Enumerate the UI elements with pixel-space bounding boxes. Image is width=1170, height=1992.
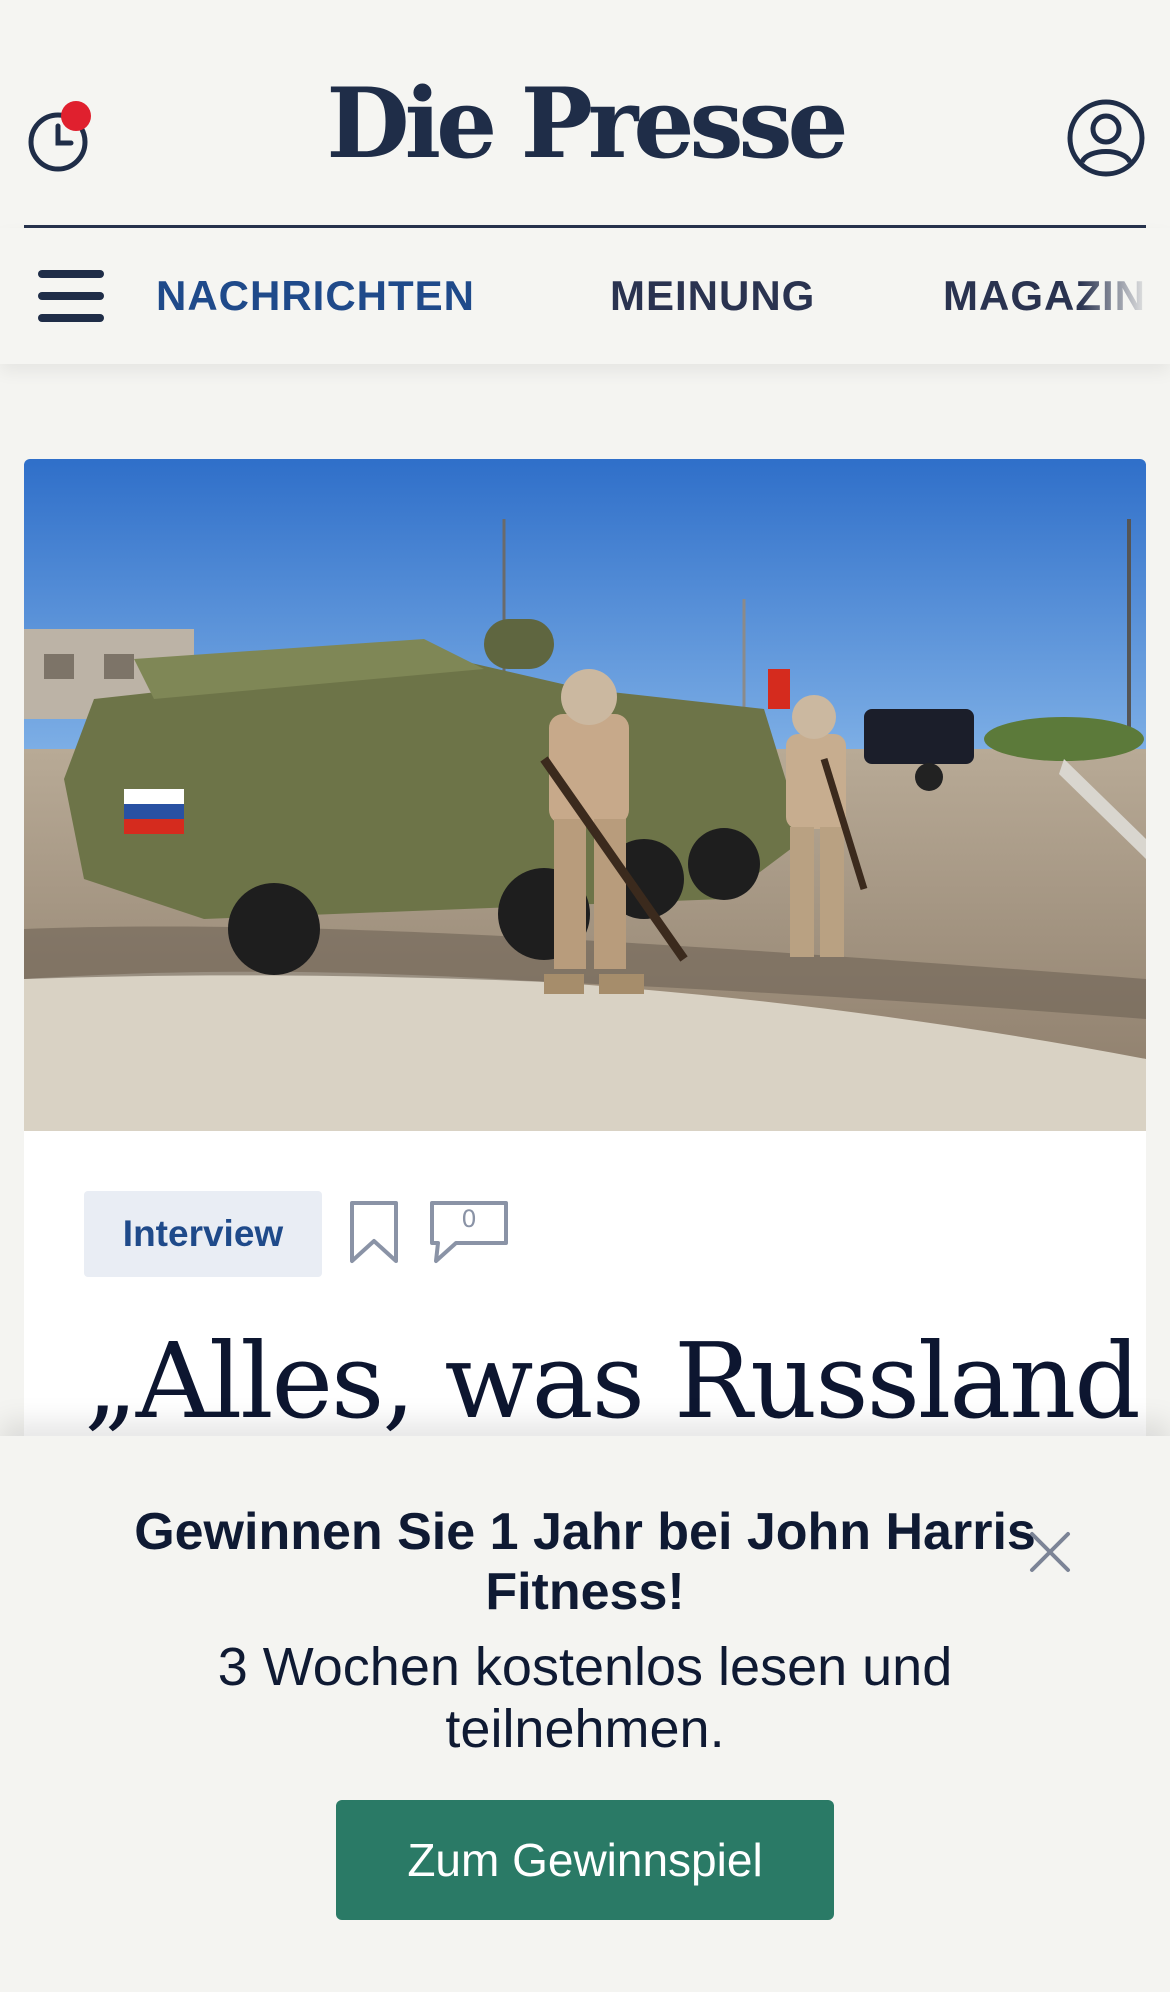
- article-headline[interactable]: „Alles, was Russland: [84, 1319, 1141, 1444]
- promo-cta-button[interactable]: Zum Gewinnspiel: [336, 1800, 834, 1920]
- site-header: Die Presse: [0, 0, 1170, 228]
- main-navigation: NACHRICHTEN MEINUNG MAGAZIN: [0, 228, 1170, 364]
- promo-subtitle: 3 Wochen kostenlos lesen und teilnehmen.: [217, 1637, 953, 1759]
- article-hero-image[interactable]: [24, 459, 1146, 1131]
- promo-title: Gewinnen Sie 1 Jahr bei John Harris Fitn…: [134, 1503, 1036, 1621]
- brand-logo[interactable]: Die Presse: [0, 76, 1170, 172]
- bookmark-icon: [350, 1201, 398, 1263]
- nav-item-meinung[interactable]: MEINUNG: [610, 272, 815, 320]
- bookmark-button[interactable]: [346, 1199, 402, 1265]
- promo-banner: Gewinnen Sie 1 Jahr bei John Harris Fitn…: [0, 1436, 1170, 1992]
- category-tag[interactable]: Interview: [84, 1191, 322, 1277]
- comments-button[interactable]: 0: [428, 1199, 510, 1265]
- user-circle-icon: [1067, 99, 1145, 177]
- promo-close-button[interactable]: [1022, 1524, 1078, 1580]
- nav-scroll-fade: [1080, 228, 1170, 364]
- nav-item-nachrichten[interactable]: NACHRICHTEN: [156, 272, 475, 320]
- hamburger-menu-icon[interactable]: [38, 270, 106, 326]
- comment-count: 0: [461, 1205, 477, 1233]
- close-icon: [1030, 1532, 1070, 1572]
- account-button[interactable]: [1066, 98, 1146, 178]
